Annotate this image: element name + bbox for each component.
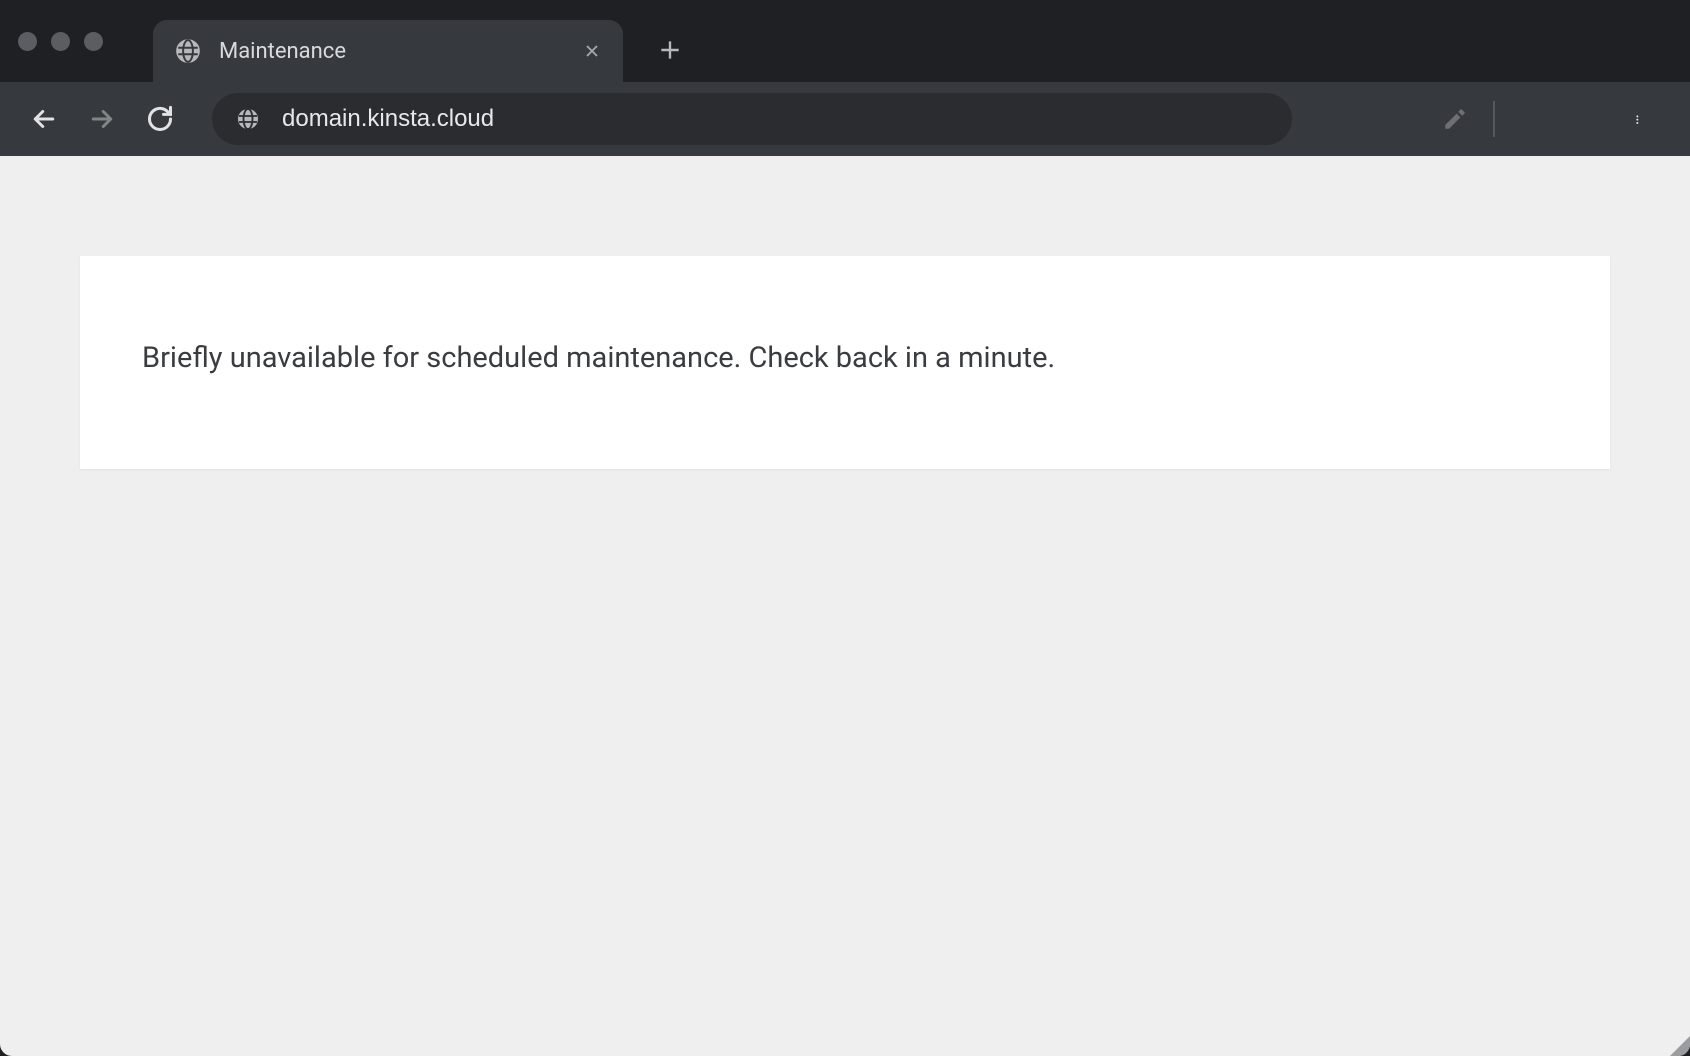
globe-icon [175, 38, 201, 64]
resize-handle-icon [1670, 1036, 1690, 1056]
window-close-button[interactable] [18, 32, 37, 51]
reload-button[interactable] [136, 95, 184, 143]
browser-menu-button[interactable] [1620, 99, 1660, 139]
browser-window: Maintenance [0, 0, 1690, 1056]
browser-toolbar [0, 82, 1690, 156]
tab-title: Maintenance [219, 39, 579, 64]
back-button[interactable] [20, 95, 68, 143]
browser-tab[interactable]: Maintenance [153, 20, 623, 82]
new-tab-button[interactable] [651, 31, 689, 69]
url-input[interactable] [282, 105, 1268, 133]
toolbar-right [1435, 99, 1495, 139]
edit-icon[interactable] [1435, 99, 1475, 139]
tab-close-button[interactable] [579, 38, 605, 64]
maintenance-card: Briefly unavailable for scheduled mainte… [80, 256, 1610, 469]
window-maximize-button[interactable] [84, 32, 103, 51]
page-content: Briefly unavailable for scheduled mainte… [0, 156, 1690, 1056]
tab-bar: Maintenance [0, 0, 1690, 82]
address-bar[interactable] [212, 93, 1292, 145]
toolbar-divider [1493, 101, 1495, 137]
window-minimize-button[interactable] [51, 32, 70, 51]
window-controls [18, 32, 103, 51]
forward-button[interactable] [78, 95, 126, 143]
site-info-icon[interactable] [236, 107, 260, 131]
maintenance-message: Briefly unavailable for scheduled mainte… [142, 338, 1548, 379]
